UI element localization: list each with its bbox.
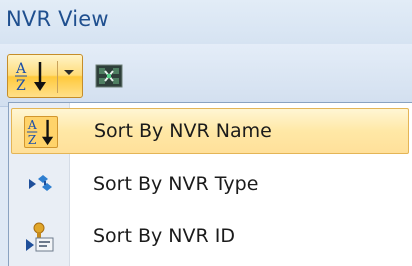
toolbar: A Z (0, 44, 412, 107)
sort-dropdown-menu: A Z Sort By NVR Name Sort By NVR Type So… (8, 102, 412, 266)
svg-text:A: A (15, 61, 27, 77)
sort-az-icon: A Z (24, 116, 58, 148)
menu-item-sort-by-name[interactable]: A Z Sort By NVR Name (11, 108, 409, 154)
menu-item-label: Sort By NVR Type (93, 173, 259, 195)
id-sort-icon (26, 222, 54, 252)
chevron-down-icon[interactable] (61, 64, 77, 80)
sort-split-button[interactable]: A Z (7, 54, 83, 98)
panel-header: NVR View (0, 0, 412, 44)
sort-az-icon[interactable]: A Z (14, 59, 54, 93)
menu-item-label: Sort By NVR ID (93, 225, 235, 247)
svg-text:Z: Z (28, 133, 36, 147)
split-separator (57, 61, 58, 93)
svg-text:Z: Z (16, 78, 26, 93)
network-device-icon[interactable] (94, 62, 124, 90)
type-sort-icon (29, 175, 52, 191)
menu-item-label: Sort By NVR Name (94, 120, 272, 142)
panel-title: NVR View (6, 7, 109, 31)
svg-text:A: A (27, 118, 37, 132)
menu-item-sort-by-type[interactable]: Sort By NVR Type (11, 162, 409, 208)
menu-item-sort-by-id[interactable]: Sort By NVR ID (11, 214, 409, 260)
